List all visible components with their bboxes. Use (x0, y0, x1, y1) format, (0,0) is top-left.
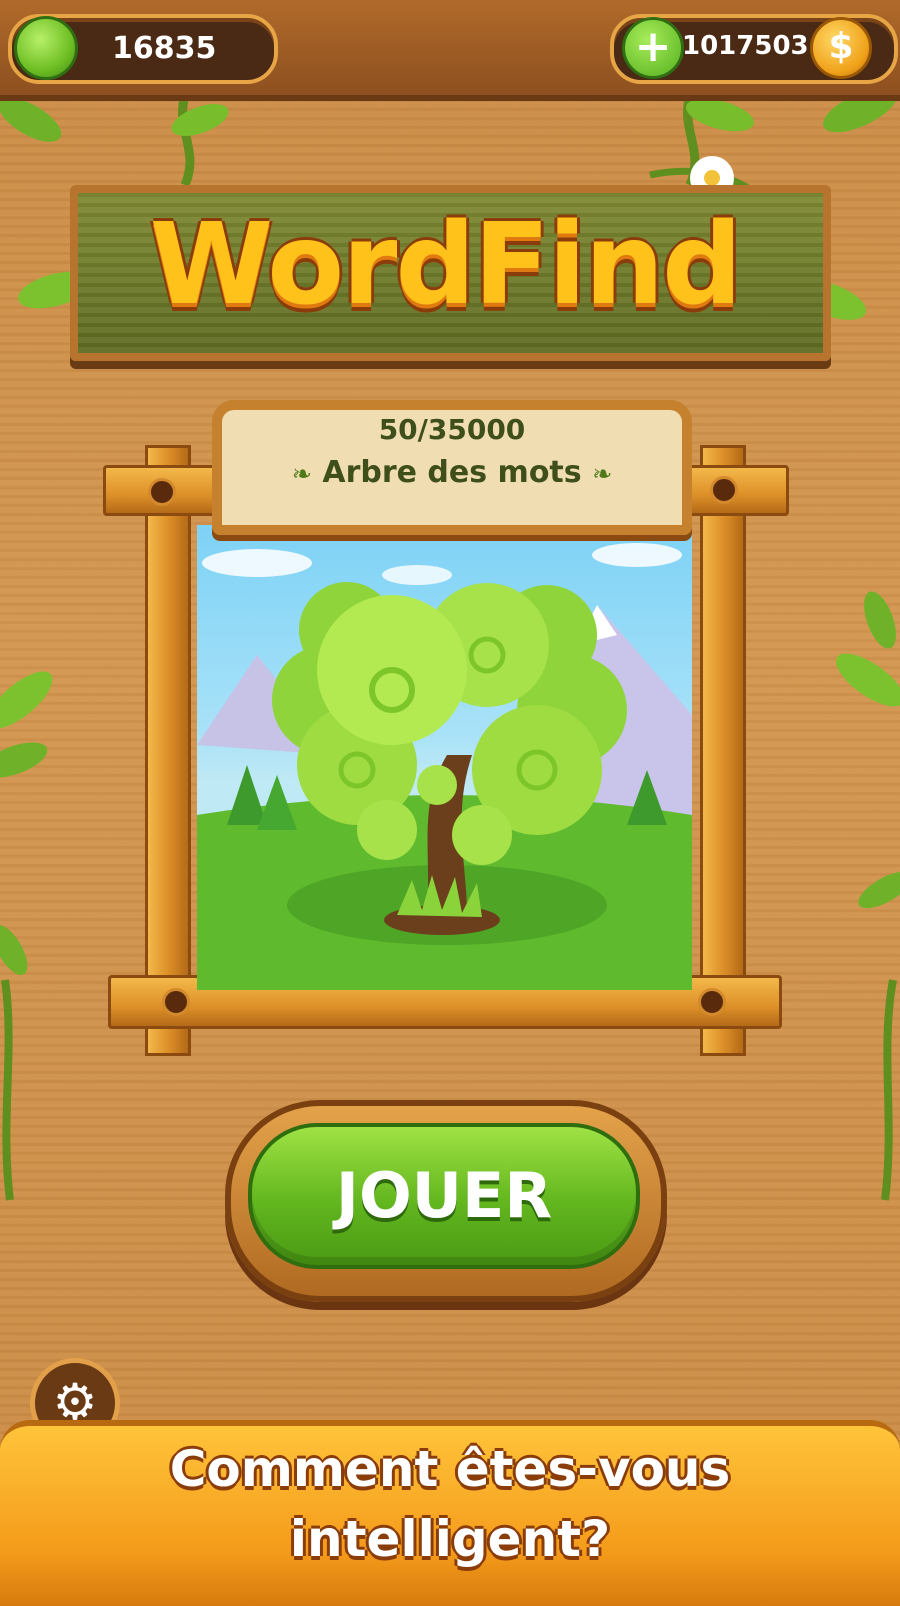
game-title: WordFind (149, 200, 743, 330)
banner-line-2: intelligent? (289, 1510, 611, 1568)
nail (148, 478, 176, 506)
frame-post-left (145, 445, 191, 1056)
nail (698, 988, 726, 1016)
tree-name: Arbre des mots (322, 455, 582, 490)
nail (710, 476, 738, 504)
leaf-icon: ❧ (291, 460, 312, 488)
tree-illustration[interactable] (197, 525, 692, 990)
leaf-icon (14, 16, 78, 80)
leaves-count: 16835 (112, 31, 217, 66)
coins-count: 1017503 (682, 31, 809, 61)
tree-progress: 50/35000 (378, 413, 526, 446)
play-button[interactable]: JOUER (248, 1123, 640, 1269)
coin-icon: $ (810, 17, 872, 79)
add-coins-button[interactable]: + (622, 17, 684, 79)
frame-post-right (700, 445, 746, 1056)
banner-line-1: Comment êtes-vous (169, 1440, 731, 1498)
leaf-icon: ❧ (592, 460, 613, 488)
tree-name-row: ❧ Arbre des mots ❧ (212, 455, 692, 490)
tree-scene (197, 543, 692, 990)
nail (162, 988, 190, 1016)
